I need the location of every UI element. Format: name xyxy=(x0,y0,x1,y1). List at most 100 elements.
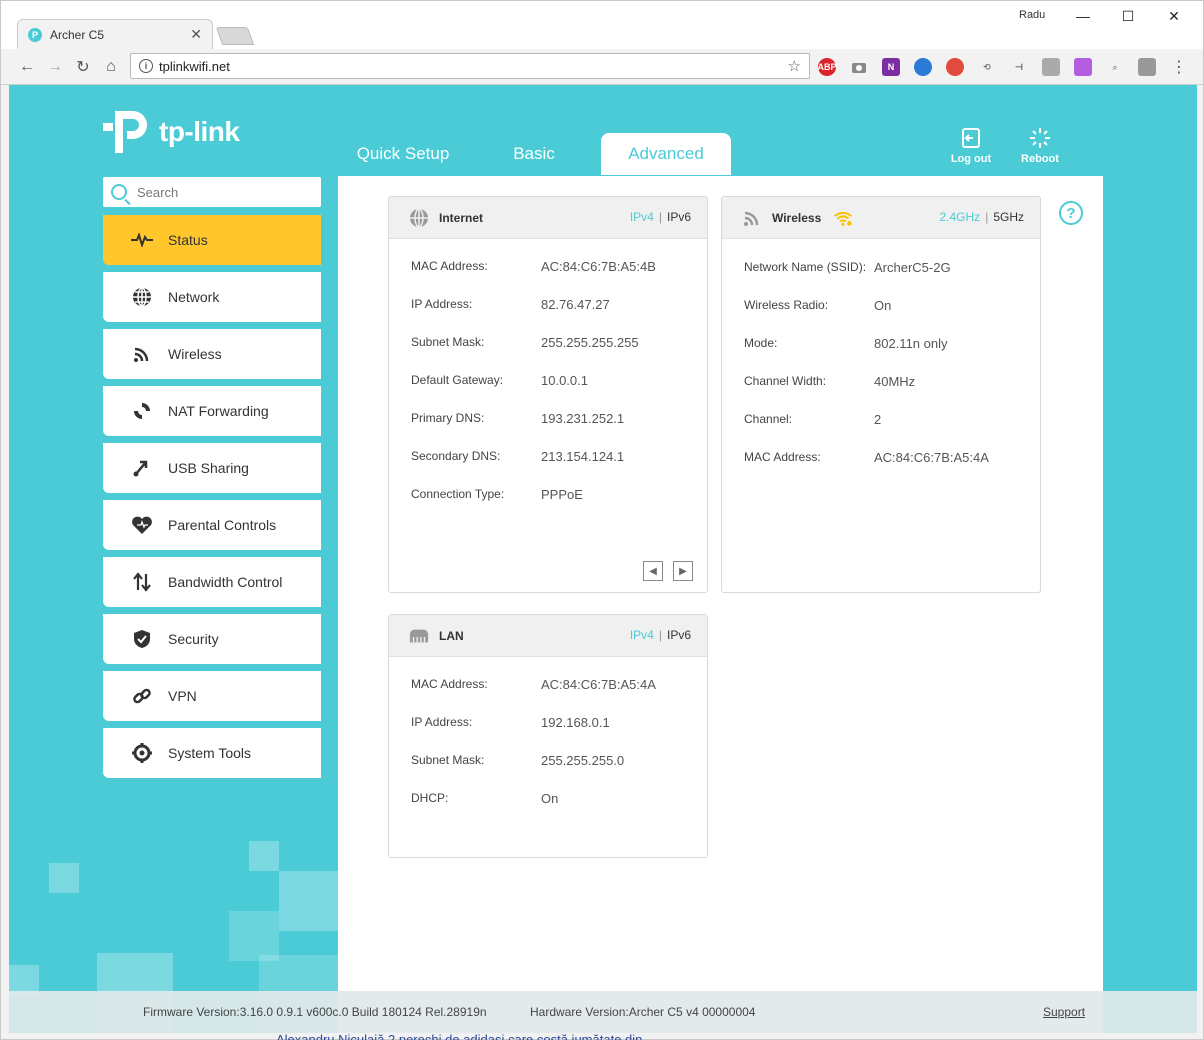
sidebar-item-bandwidth-control[interactable]: Bandwidth Control xyxy=(103,557,321,607)
sidebar-item-usb-sharing[interactable]: USB Sharing xyxy=(103,443,321,493)
sidebar-item-status[interactable]: Status xyxy=(103,215,321,265)
brand-name: tp-link xyxy=(159,116,240,147)
grid-extension-icon[interactable] xyxy=(1042,58,1060,76)
close-window-button[interactable]: ✕ xyxy=(1154,5,1194,27)
gear-icon xyxy=(131,742,153,764)
reboot-button[interactable]: Reboot xyxy=(1010,127,1070,165)
rocket-extension-icon[interactable] xyxy=(946,58,964,76)
help-icon[interactable]: ? xyxy=(1059,201,1083,225)
detail-value: 2 xyxy=(874,411,882,427)
hardware-version: Hardware Version:Archer C5 v4 00000004 xyxy=(530,1005,756,1019)
detail-label: MAC Address: xyxy=(411,259,488,273)
browser-tab[interactable]: P Archer C5 ✕ xyxy=(17,19,213,49)
next-page-button[interactable]: ▶ xyxy=(673,561,693,581)
sidebar: Search Status Network Wireless NAT Forwa… xyxy=(103,177,321,785)
address-bar[interactable]: i tplinkwifi.net ☆ xyxy=(130,53,810,79)
forward-arrow-icon[interactable]: → xyxy=(43,55,67,79)
sidebar-item-parental-controls[interactable]: Parental Controls xyxy=(103,500,321,550)
sidebar-item-label: Network xyxy=(168,289,220,305)
search-placeholder: Search xyxy=(137,184,179,200)
previous-page-button[interactable]: ◀ xyxy=(643,561,663,581)
band-5ghz-toggle[interactable]: 5GHz xyxy=(993,210,1024,224)
globe-icon xyxy=(131,286,153,308)
tplink-logo-icon xyxy=(103,111,147,153)
wireless-card-header: Wireless 2.4GHz | 5GHz xyxy=(722,197,1040,239)
info-icon[interactable]: i xyxy=(139,59,153,73)
tab-advanced[interactable]: Advanced xyxy=(601,133,731,175)
detail-label: IP Address: xyxy=(411,297,473,311)
logout-button[interactable]: Log out xyxy=(941,127,1001,165)
detail-label: Default Gateway: xyxy=(411,373,504,387)
detail-row: Primary DNS: 193.231.252.1 xyxy=(389,399,707,437)
globe-extension-icon[interactable] xyxy=(914,58,932,76)
logout-icon xyxy=(962,128,980,148)
bookmark-star-icon[interactable]: ☆ xyxy=(788,57,801,75)
zoom-extension-icon[interactable]: ⌕ xyxy=(1106,58,1124,76)
internet-details: MAC Address: AC:84:C6:7B:A5:4B IP Address… xyxy=(389,239,707,513)
internet-card-title: Internet xyxy=(439,210,484,225)
detail-label: MAC Address: xyxy=(411,677,488,691)
ipv6-toggle[interactable]: IPv6 xyxy=(667,210,691,224)
detail-row: Subnet Mask: 255.255.255.0 xyxy=(389,741,707,779)
sidebar-item-system-tools[interactable]: System Tools xyxy=(103,728,321,778)
switch-separator: | xyxy=(985,210,989,224)
detail-row: MAC Address: AC:84:C6:7B:A5:4B xyxy=(389,247,707,285)
ipv4-toggle[interactable]: IPv4 xyxy=(630,628,654,642)
detail-value: On xyxy=(874,297,892,313)
ipv4-toggle[interactable]: IPv4 xyxy=(630,210,654,224)
adblock-extension-icon[interactable]: ABP xyxy=(818,58,837,76)
shield-icon xyxy=(131,628,153,650)
tab-quick-setup[interactable]: Quick Setup xyxy=(339,133,467,175)
new-tab-button[interactable] xyxy=(215,27,255,45)
minimize-button[interactable]: — xyxy=(1063,5,1103,27)
sidebar-item-security[interactable]: Security xyxy=(103,614,321,664)
drive-extension-icon[interactable] xyxy=(1138,58,1156,76)
wifi-signal-icon xyxy=(833,208,853,228)
decor-square xyxy=(249,841,279,871)
lan-card: LAN IPv4 | IPv6 MAC Address: AC:84:C6:7B:A5… xyxy=(388,614,708,858)
switch-separator: | xyxy=(658,628,662,642)
sidebar-item-wireless[interactable]: Wireless xyxy=(103,329,321,379)
camera-extension-icon[interactable] xyxy=(850,58,868,76)
sidebar-item-nat-forwarding[interactable]: NAT Forwarding xyxy=(103,386,321,436)
detail-row: DHCP: On xyxy=(389,779,707,817)
detail-label: Wireless Radio: xyxy=(744,298,829,312)
wifi-icon xyxy=(742,208,762,228)
pin-extension-icon[interactable]: ⊣ xyxy=(1010,58,1028,76)
band-2-4ghz-toggle[interactable]: 2.4GHz xyxy=(940,210,981,224)
reload-icon[interactable]: ↻ xyxy=(71,55,95,79)
detail-value: AC:84:C6:7B:A5:4A xyxy=(874,449,989,465)
home-icon[interactable]: ⌂ xyxy=(99,55,123,79)
window-user-name: Radu xyxy=(1019,9,1046,21)
tab-close-icon[interactable]: ✕ xyxy=(190,26,202,43)
maximize-button[interactable]: ☐ xyxy=(1108,5,1148,27)
lan-details: MAC Address: AC:84:C6:7B:A5:4A IP Address… xyxy=(389,657,707,817)
feather-extension-icon[interactable] xyxy=(1074,58,1092,76)
url-text: tplinkwifi.net xyxy=(159,58,230,74)
history-extension-icon[interactable]: ⟲ xyxy=(978,58,996,76)
status-content-panel: Internet IPv4 | IPv6 MAC Address: AC:84:C6:… xyxy=(338,176,1103,1033)
detail-row: IP Address: 192.168.0.1 xyxy=(389,703,707,741)
sidebar-item-vpn[interactable]: VPN xyxy=(103,671,321,721)
detail-label: IP Address: xyxy=(411,715,473,729)
detail-row: Wireless Radio: On xyxy=(722,286,1040,324)
sidebar-item-network[interactable]: Network xyxy=(103,272,321,322)
detail-label: Channel: xyxy=(744,412,793,426)
detail-label: Channel Width: xyxy=(744,374,827,388)
sidebar-item-label: NAT Forwarding xyxy=(168,403,269,419)
support-link[interactable]: Support xyxy=(1043,1005,1085,1019)
detail-value: 213.154.124.1 xyxy=(541,448,625,464)
back-arrow-icon[interactable]: ← xyxy=(15,55,39,79)
sidebar-item-label: USB Sharing xyxy=(168,460,249,476)
tab-basic[interactable]: Basic xyxy=(479,133,589,175)
detail-value: 10.0.0.1 xyxy=(541,372,588,388)
router-admin-page: tp-link Quick Setup Basic Advanced Log o… xyxy=(9,85,1197,1033)
sidebar-item-label: Parental Controls xyxy=(168,517,277,533)
search-input[interactable]: Search xyxy=(103,177,321,207)
onenote-extension-icon[interactable]: N xyxy=(882,58,900,76)
browser-menu-icon[interactable]: ⋮ xyxy=(1167,55,1191,79)
detail-value: 255.255.255.255 xyxy=(541,334,639,350)
ipv6-toggle[interactable]: IPv6 xyxy=(667,628,691,642)
internet-card-header: Internet IPv4 | IPv6 xyxy=(389,197,707,239)
background-window-text: Alexandru Niculaiă 2 perechi de adidași … xyxy=(276,1032,643,1040)
